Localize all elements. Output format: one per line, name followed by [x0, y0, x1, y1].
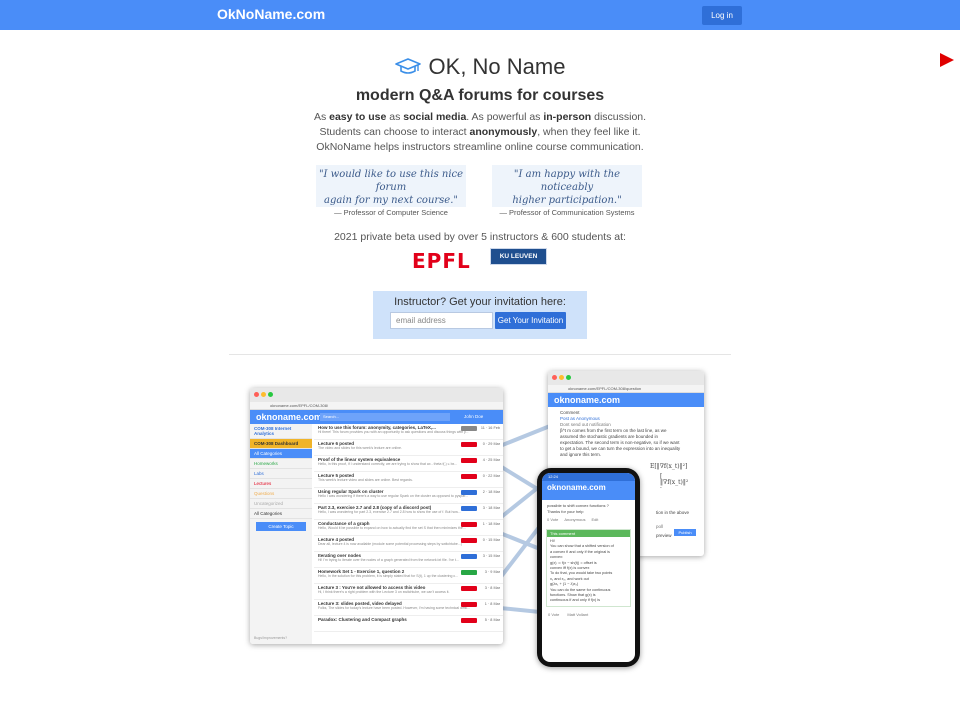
topic-row[interactable]: How to use this forum: anonymity, catego… — [314, 424, 503, 440]
graduation-cap-icon — [394, 58, 421, 74]
forum-search-input[interactable]: Search... — [320, 413, 450, 421]
category-badge — [461, 458, 477, 463]
divider — [229, 354, 731, 355]
product-screenshots: oknoname.com/EPFL/COM-308/ oknoname.com … — [250, 368, 710, 670]
phone-comment: This comment Hi! You can show that a shif… — [546, 529, 631, 607]
ku-leuven-logo: KU LEUVEN — [490, 248, 547, 265]
desktop-browser-window: oknoname.com/EPFL/COM-308/ oknoname.com … — [250, 388, 503, 644]
phone-mockup: 12:24 oknoname.com possible to shift con… — [537, 468, 640, 667]
create-topic-button[interactable]: Create Topic — [256, 522, 306, 531]
testimonial-quote: "I am happy with the noticeably higher pa… — [492, 165, 642, 217]
page-subtitle: modern Q&A forums for courses — [355, 87, 605, 104]
quote-author: — Professor of Communication Systems — [499, 208, 635, 217]
topic-row[interactable]: Homework Set 1 - Exercise 1, question 2H… — [314, 568, 503, 584]
topic-meta: 4 · 25 Mar — [482, 458, 500, 462]
topic-meta: 3 · 8 Mar — [484, 586, 500, 590]
login-button[interactable]: Log in — [702, 6, 742, 25]
topic-meta: 1 · 8 Mar — [484, 602, 500, 606]
get-invitation-button[interactable]: Get Your Invitation — [495, 312, 566, 329]
topic-meta: 11 · 16 Feb — [480, 426, 500, 430]
page-title-text: OK, No Name — [428, 54, 566, 79]
topic-row[interactable]: Lecture 4 posted Dear all, lecture 4 is n… — [314, 536, 503, 552]
topic-row[interactable]: Lecture 5 posted This week's lecture vide… — [314, 472, 503, 488]
invitation-box: Instructor? Get your invitation here: em… — [373, 291, 587, 339]
browser-chrome — [250, 388, 503, 402]
topic-row[interactable]: Paradox: Clustering and Compact graphs 5 … — [314, 616, 503, 632]
topic-meta: 5 · 8 Mar — [484, 618, 500, 622]
invitation-title: Instructor? Get your invitation here: — [394, 296, 566, 308]
quote-text: "I would like to use this nice forum agai… — [318, 169, 464, 206]
description-line-3: OkNoName helps instructors streamline on… — [316, 141, 644, 153]
topic-row[interactable]: Lecture 3: slides posted, video delayed F… — [314, 600, 503, 616]
epfl-logo: EPFL — [412, 249, 471, 273]
topic-meta: 3 · 9 Mar — [484, 570, 500, 574]
url-bar: oknoname.com/EPFL/COM-308/question — [548, 385, 704, 393]
url-bar: oknoname.com/EPFL/COM-308/ — [250, 402, 503, 410]
beta-text: 2021 private beta used by over 5 instruc… — [334, 231, 626, 243]
description-line-2: Students can choose to interact anonymou… — [319, 126, 641, 138]
category-badge — [461, 570, 477, 575]
category-badge — [461, 522, 477, 527]
publish-button[interactable]: Publish — [674, 529, 696, 536]
description-line-1: As easy to use as social media. As power… — [313, 111, 647, 123]
navbar: OkNoName.com Log in — [0, 0, 960, 30]
phone-footer: 0 Vote Matt Vollant — [548, 611, 589, 617]
category-badge — [461, 506, 477, 511]
phone-thread: possible to shift convex functions ? Tha… — [547, 503, 609, 522]
topic-row[interactable]: Iterating over nodes Hi! I'm trying to it… — [314, 552, 503, 568]
comment-line: continuous if and only if f(x) is — [550, 598, 601, 603]
user-menu[interactable]: John Doe — [464, 410, 483, 424]
category-badge — [461, 602, 477, 607]
phone-app-header: oknoname.com — [542, 481, 635, 495]
quote-author: — Professor of Computer Science — [334, 208, 448, 217]
category-badge — [461, 474, 477, 479]
forum-sidebar: COM-308 Internet Analytics COM-308 Dashb… — [250, 424, 312, 644]
topic-meta: 0 · 15 Mar — [482, 538, 500, 542]
testimonial-quote: "I would like to use this nice forum agai… — [316, 165, 466, 217]
topic-meta: 0 · 22 Mar — [482, 474, 500, 478]
category-badge — [461, 442, 477, 447]
quote-text: "I am happy with the noticeably higher pa… — [512, 169, 622, 206]
brand-link[interactable]: OkNoName.com — [217, 6, 325, 22]
topic-row[interactable]: Using regular Spark on cluster Hello I wa… — [314, 488, 503, 504]
category-badge — [461, 618, 477, 623]
browser-chrome — [548, 371, 704, 385]
category-badge — [461, 554, 477, 559]
category-badge — [461, 538, 477, 543]
category-badge — [461, 490, 477, 495]
topic-meta: 0 · 29 Mar — [482, 442, 500, 446]
topic-meta: 3 · 18 Mar — [482, 506, 500, 510]
topic-row[interactable]: Lecture 3 : You're not allowed to access… — [314, 584, 503, 600]
app-header: oknoname.com — [548, 393, 704, 407]
topic-row[interactable]: Lecture 6 posted The video and slides for… — [314, 440, 503, 456]
category-badge — [461, 426, 477, 431]
topic-row[interactable]: Proof of the linear system equivalence He… — [314, 456, 503, 472]
phone-screen: 12:24 oknoname.com possible to shift con… — [542, 473, 635, 662]
app-header: oknoname.com Search... John Doe — [250, 410, 503, 424]
category-badge — [461, 586, 477, 591]
topic-list: How to use this forum: anonymity, catego… — [314, 424, 503, 632]
topic-row[interactable]: Conductance of a graph Hello, Would it be… — [314, 520, 503, 536]
email-input[interactable]: email address — [390, 312, 493, 329]
page-title: OK, No Name — [0, 54, 960, 80]
topic-meta: 3 · 15 Mar — [482, 554, 500, 558]
topic-meta: 1 · 18 Mar — [482, 522, 500, 526]
topic-row[interactable]: Part 2.3, exercise 2.7 and 2.8 (copy of … — [314, 504, 503, 520]
topic-meta: 2 · 18 Mar — [482, 490, 500, 494]
